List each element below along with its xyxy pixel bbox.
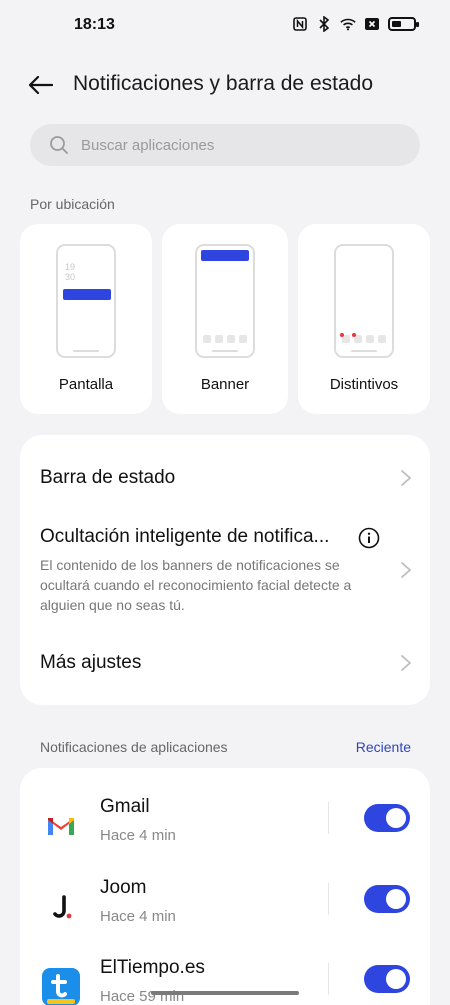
app-notifications-label: Notificaciones de aplicaciones — [40, 739, 228, 755]
header: Notificaciones y barra de estado — [0, 62, 450, 108]
chevron-right-icon — [401, 562, 411, 578]
app-row-joom[interactable]: Joom Hace 4 min — [20, 873, 430, 953]
app-toggle[interactable] — [364, 965, 410, 993]
app-row-eltiempo[interactable]: ElTiempo.es Hace 59 min — [20, 953, 430, 1005]
app-time: Hace 4 min — [100, 908, 176, 925]
divider — [328, 963, 329, 995]
badges-preview — [334, 244, 394, 358]
search-bar[interactable] — [30, 124, 420, 166]
chevron-right-icon — [401, 655, 411, 671]
app-time: Hace 4 min — [100, 827, 176, 844]
eltiempo-icon — [40, 966, 82, 1005]
setting-smart-hide[interactable]: Ocultación inteligente de notifica... El… — [20, 521, 430, 621]
toggle-knob — [386, 969, 406, 989]
preview-home-bar — [351, 350, 377, 352]
search-icon — [50, 136, 68, 154]
setting-title: Barra de estado — [40, 467, 176, 488]
status-time: 18:13 — [74, 16, 115, 33]
arrow-left-icon — [29, 76, 53, 94]
preview-home-bar — [212, 350, 238, 352]
setting-more[interactable]: Más ajustes — [20, 621, 430, 705]
preview-clock: 19 30 — [65, 262, 75, 282]
preview-dock — [340, 333, 386, 343]
sim-disabled-icon — [364, 16, 380, 32]
location-section-label: Por ubicación — [30, 196, 115, 212]
location-option-banner[interactable]: Banner — [162, 224, 288, 414]
joom-icon — [40, 886, 82, 928]
battery-fill — [392, 21, 401, 27]
lockscreen-preview: 19 30 — [56, 244, 116, 358]
preview-clock-minute: 30 — [65, 272, 76, 282]
preview-clock-hour: 19 — [65, 262, 76, 272]
page-title: Notificaciones y barra de estado — [73, 72, 373, 95]
preview-home-bar — [73, 350, 99, 352]
app-toggle[interactable] — [364, 885, 410, 913]
divider — [328, 802, 329, 834]
app-name: Joom — [100, 877, 147, 898]
setting-status-bar[interactable]: Barra de estado — [20, 435, 430, 521]
bluetooth-icon — [316, 16, 332, 32]
divider — [328, 883, 329, 915]
back-button[interactable] — [26, 70, 56, 100]
location-option-label: Banner — [200, 376, 250, 393]
preview-notification-bar — [63, 289, 111, 300]
info-icon[interactable] — [358, 527, 380, 549]
app-toggle[interactable] — [364, 804, 410, 832]
battery-icon — [388, 17, 419, 31]
location-option-distintivos[interactable]: Distintivos — [298, 224, 430, 414]
setting-title: Ocultación inteligente de notifica... — [40, 526, 330, 547]
toggle-knob — [386, 889, 406, 909]
preview-dock — [203, 335, 247, 343]
toggle-knob — [386, 808, 406, 828]
location-option-label: Distintivos — [329, 376, 399, 393]
wifi-icon — [340, 16, 356, 32]
chevron-right-icon — [401, 470, 411, 486]
location-option-pantalla[interactable]: 19 30 Pantalla — [20, 224, 152, 414]
banner-preview — [195, 244, 255, 358]
setting-title: Más ajustes — [40, 652, 142, 673]
app-row-gmail[interactable]: Gmail Hace 4 min — [20, 792, 430, 872]
sort-recent-link[interactable]: Reciente — [356, 739, 411, 755]
app-name: ElTiempo.es — [100, 957, 205, 978]
app-name: Gmail — [100, 796, 150, 817]
gesture-bar[interactable] — [151, 991, 299, 995]
setting-description: El contenido de los banners de notificac… — [40, 557, 352, 613]
status-icons — [292, 16, 419, 32]
nfc-icon — [292, 16, 308, 32]
settings-card: Barra de estado Ocultación inteligente d… — [20, 435, 430, 705]
gmail-icon — [40, 805, 82, 847]
search-input[interactable] — [81, 136, 381, 154]
preview-banner-bar — [201, 250, 249, 261]
status-bar: 18:13 — [0, 0, 450, 52]
apps-card: Gmail Hace 4 min Joom Hace 4 min ElTiemp… — [20, 768, 430, 1005]
location-option-label: Pantalla — [58, 376, 114, 393]
